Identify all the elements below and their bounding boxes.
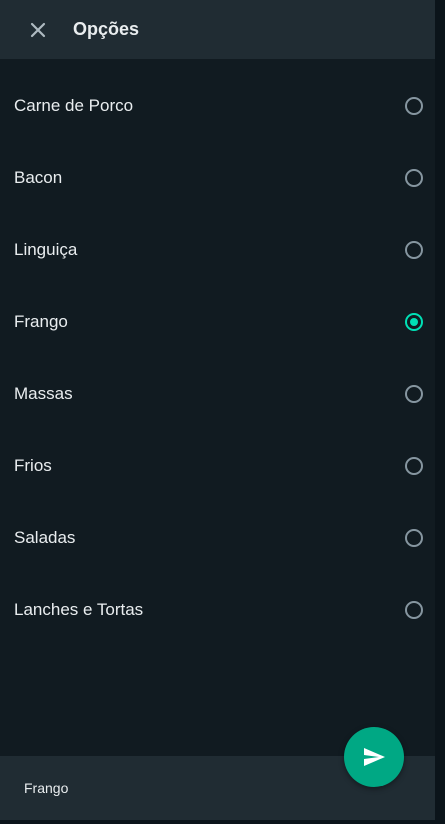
panel-header: Opções: [0, 0, 435, 59]
options-panel: Opções Carne de Porco Bacon Linguiça Fra…: [0, 0, 435, 824]
option-label: Saladas: [14, 528, 76, 547]
option-label: Carne de Porco: [14, 96, 134, 115]
option-item[interactable]: Frango: [0, 286, 435, 358]
option-item[interactable]: Frios: [0, 430, 435, 502]
close-button[interactable]: [27, 19, 49, 41]
option-label: Bacon: [14, 168, 63, 187]
radio-button-checked[interactable]: [405, 313, 423, 331]
option-label: Frango: [14, 312, 68, 331]
option-label: Frios: [14, 456, 52, 475]
panel-title: Opções: [73, 19, 140, 39]
radio-button[interactable]: [405, 601, 423, 619]
radio-button[interactable]: [405, 385, 423, 403]
option-label: Linguiça: [14, 240, 78, 259]
option-label: Massas: [14, 384, 73, 403]
radio-button[interactable]: [405, 457, 423, 475]
send-icon: [364, 748, 385, 766]
option-item[interactable]: Saladas: [0, 502, 435, 574]
radio-button[interactable]: [405, 169, 423, 187]
bottom-edge: [0, 820, 445, 824]
option-item[interactable]: Linguiça: [0, 214, 435, 286]
radio-button[interactable]: [405, 241, 423, 259]
close-icon: [30, 22, 46, 37]
option-item[interactable]: Massas: [0, 358, 435, 430]
option-label: Lanches e Tortas: [14, 600, 144, 619]
option-item[interactable]: Lanches e Tortas: [0, 574, 435, 646]
radio-button[interactable]: [405, 97, 423, 115]
option-item[interactable]: Bacon: [0, 142, 435, 214]
background-chat-strip: [435, 0, 445, 824]
radio-button[interactable]: [405, 529, 423, 547]
options-list: Carne de Porco Bacon Linguiça Frango Mas…: [0, 70, 435, 646]
option-item[interactable]: Carne de Porco: [0, 70, 435, 142]
send-button[interactable]: [344, 727, 404, 787]
selected-option-text: Frango: [24, 780, 69, 796]
